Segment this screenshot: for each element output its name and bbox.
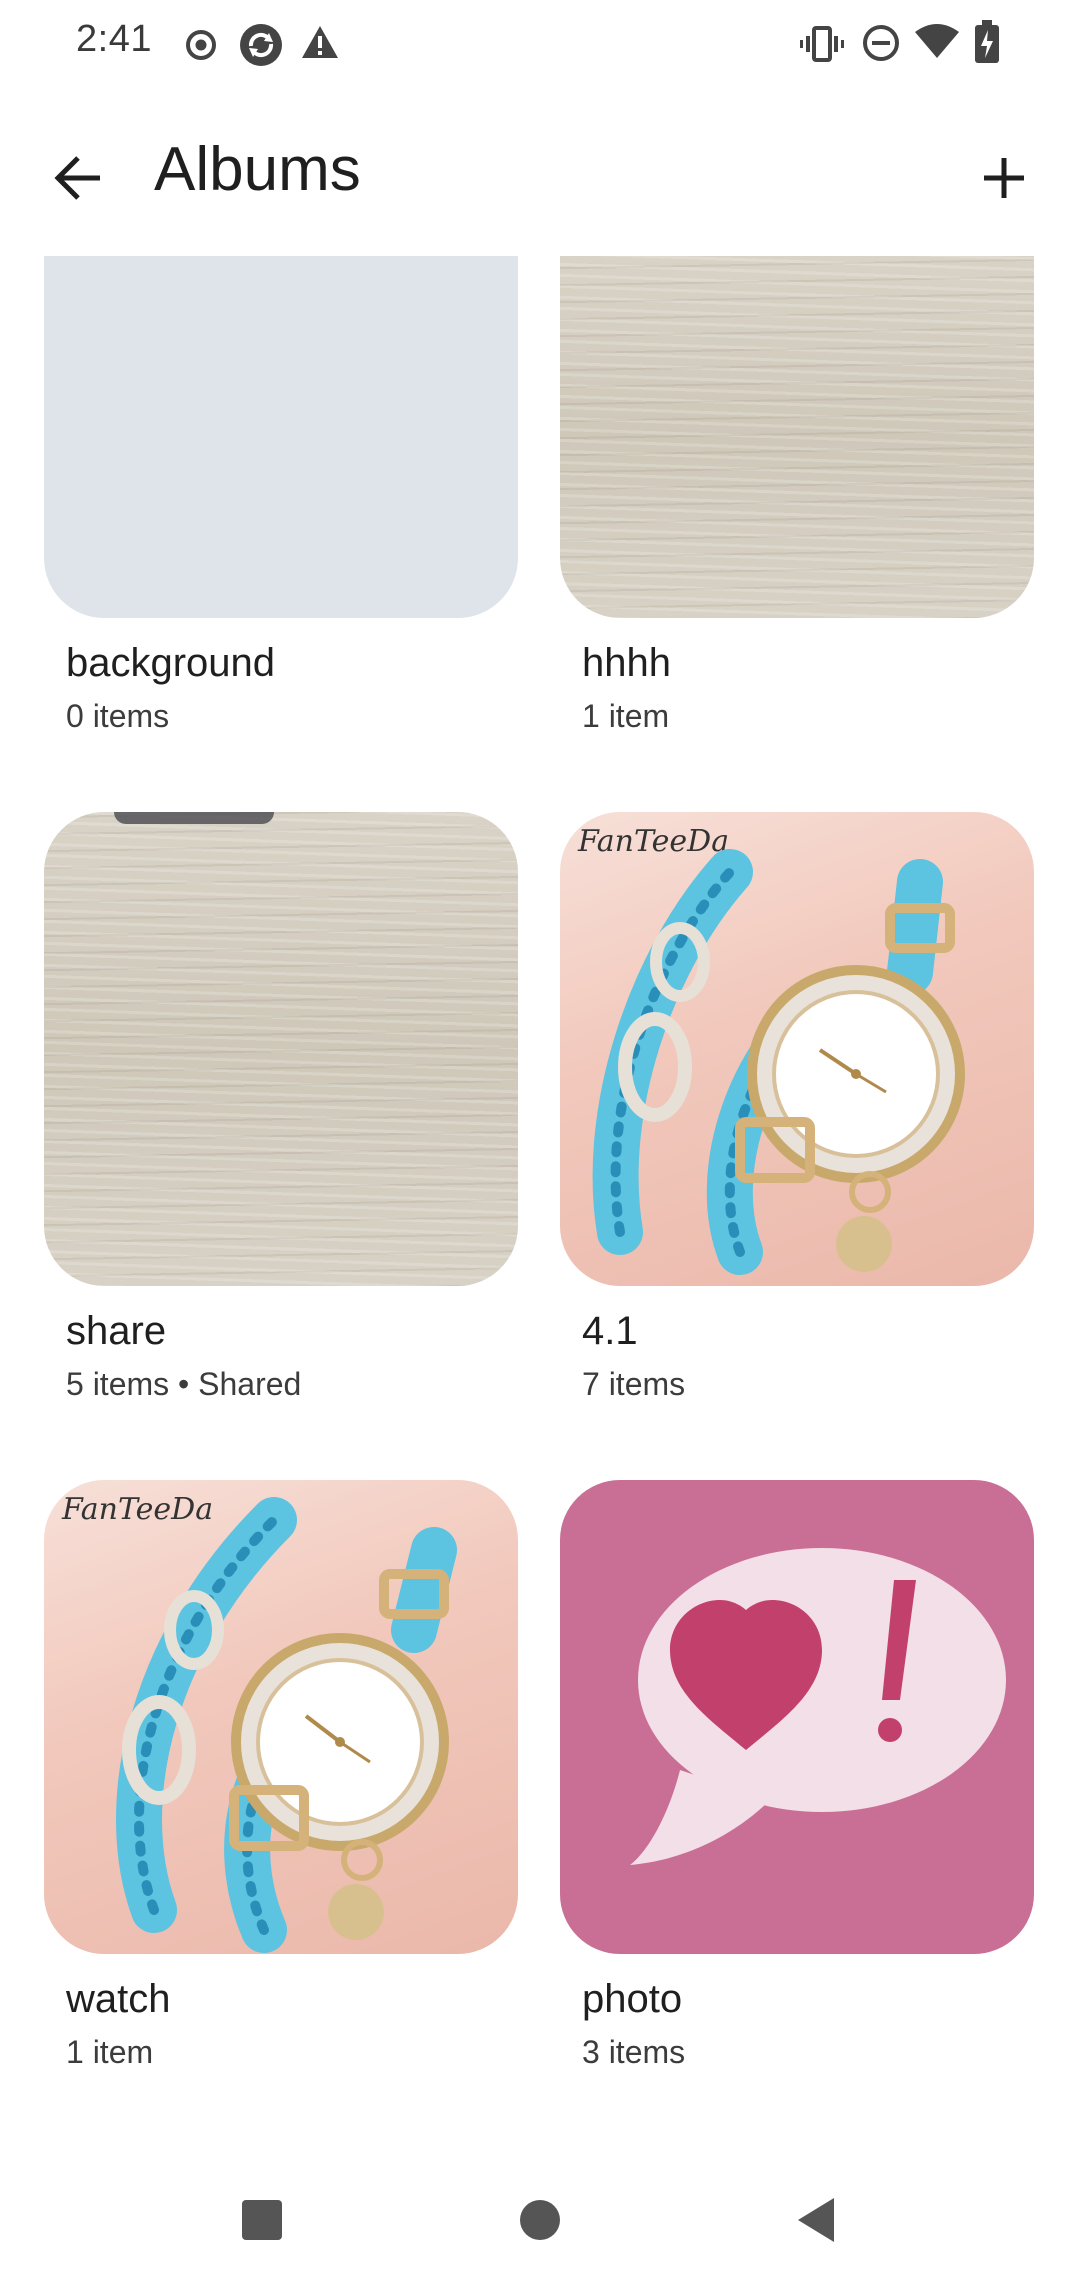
album-item-count: 1 item bbox=[582, 698, 670, 734]
watch-image bbox=[592, 849, 965, 1275]
add-icon bbox=[984, 158, 1024, 198]
sync-icon bbox=[240, 24, 282, 66]
vibrate-icon bbox=[800, 26, 844, 62]
recents-button[interactable] bbox=[212, 2170, 312, 2270]
battery-charging-icon bbox=[975, 20, 999, 63]
album-card-share[interactable]: share 5 items • Shared bbox=[44, 812, 518, 1404]
warning-icon bbox=[302, 26, 338, 58]
album-item-count: 1 item bbox=[66, 2034, 154, 2070]
album-card-4-1[interactable]: FanTeeDa 4.1 7 items bbox=[560, 812, 1034, 1404]
record-icon bbox=[186, 30, 216, 60]
triangle-back-icon bbox=[798, 2198, 834, 2242]
album-card-hhhh[interactable]: hhhh 1 item bbox=[560, 256, 1034, 736]
album-name: 4.1 bbox=[582, 1309, 638, 1353]
album-thumbnail bbox=[560, 256, 1034, 618]
album-name: share bbox=[66, 1309, 167, 1353]
album-name: background bbox=[66, 641, 276, 685]
app-bar: Albums bbox=[0, 100, 1080, 240]
album-thumbnail: FanTeeDa bbox=[560, 812, 1034, 1286]
watch-image bbox=[116, 1497, 457, 1953]
album-name: photo bbox=[582, 1977, 683, 2021]
arrow-back-icon bbox=[54, 156, 100, 200]
album-item-count: 5 items • Shared bbox=[66, 1366, 302, 1402]
album-item-count: 0 items bbox=[66, 698, 170, 734]
nav-back-button[interactable] bbox=[766, 2170, 866, 2270]
square-icon bbox=[242, 2200, 282, 2240]
album-thumbnail bbox=[44, 812, 518, 1286]
album-card-background[interactable]: background 0 items bbox=[44, 256, 518, 736]
page-title: Albums bbox=[154, 135, 361, 204]
back-button[interactable] bbox=[32, 132, 124, 224]
album-card-watch[interactable]: FanTeeDa watch 1 item bbox=[44, 1480, 518, 2072]
album-name: hhhh bbox=[582, 641, 671, 685]
home-button[interactable] bbox=[490, 2170, 590, 2270]
album-name: watch bbox=[66, 1977, 171, 2021]
status-bar: 2:41 bbox=[0, 0, 1080, 88]
wifi-icon bbox=[915, 24, 959, 58]
do-not-disturb-icon bbox=[863, 25, 899, 61]
album-thumbnail bbox=[560, 1480, 1034, 1954]
album-thumbnail bbox=[44, 256, 518, 618]
thumb-shadow bbox=[114, 812, 274, 824]
circle-icon bbox=[520, 2200, 560, 2240]
heart-speech-bubble-icon bbox=[630, 1548, 1006, 1865]
album-card-photo[interactable]: photo 3 items bbox=[560, 1480, 1034, 2072]
system-nav-bar bbox=[0, 2160, 1080, 2280]
album-item-count: 3 items bbox=[582, 2034, 686, 2070]
status-time: 2:41 bbox=[76, 18, 152, 60]
add-album-button[interactable] bbox=[958, 132, 1050, 224]
album-thumbnail: FanTeeDa bbox=[44, 1480, 518, 1954]
album-item-count: 7 items bbox=[582, 1366, 686, 1402]
